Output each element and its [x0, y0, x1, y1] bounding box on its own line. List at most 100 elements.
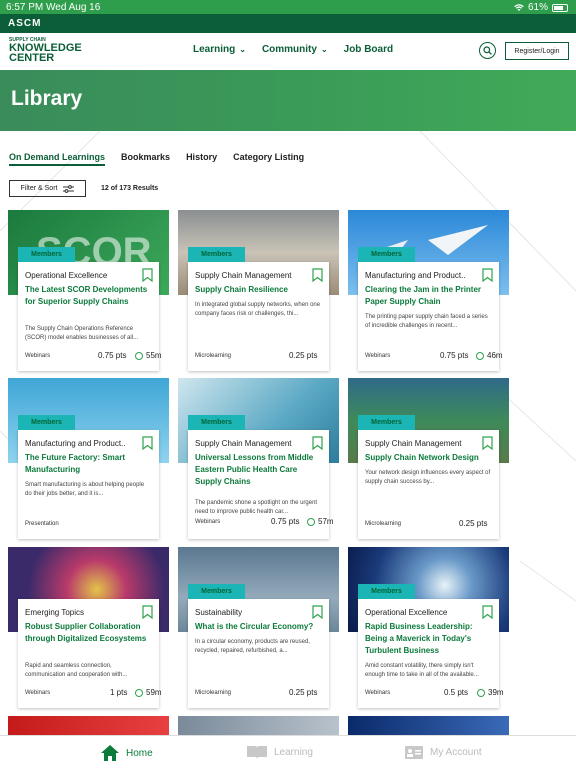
bookmark-icon[interactable]	[312, 268, 323, 282]
card-points: 0.75 pts	[440, 351, 469, 360]
card-title[interactable]: Supply Chain Resilience	[195, 284, 321, 296]
members-badge: Members	[18, 415, 75, 430]
card-panel: Supply Chain Management Supply Chain Res…	[188, 262, 329, 371]
bottom-tab-home[interactable]: Home	[100, 744, 153, 762]
card-type: Webinars	[365, 353, 391, 359]
card-points: 0.25 pts	[289, 351, 318, 360]
card-points: 0.75 pts	[271, 517, 300, 526]
tab-bookmarks[interactable]: Bookmarks	[121, 152, 170, 166]
learning-card[interactable]: Members Supply Chain Management Supply C…	[348, 378, 509, 539]
members-badge: Members	[358, 584, 415, 599]
card-title[interactable]: What is the Circular Economy?	[195, 621, 321, 633]
card-description: In a circular economy, products are reus…	[195, 639, 310, 654]
site-header: SUPPLY CHAIN KNOWLEDGE CENTER Learning ⌄ …	[0, 33, 576, 70]
nav-learning[interactable]: Learning ⌄	[193, 44, 246, 55]
card-points: 0.25 pts	[459, 519, 488, 528]
card-type: Webinars	[25, 353, 51, 359]
card-type: Webinars	[365, 690, 391, 696]
card-panel: Emerging Topics Robust Supplier Collabor…	[18, 599, 162, 708]
card-category: Sustainability	[195, 608, 243, 617]
card-title[interactable]: The Latest SCOR Developments for Superio…	[25, 284, 151, 308]
id-card-icon	[405, 746, 423, 759]
card-title[interactable]: Universal Lessons from Middle Eastern Pu…	[195, 452, 321, 488]
hero-banner: Library	[0, 70, 576, 131]
card-thumbnail-partial[interactable]	[178, 716, 339, 735]
card-description: Rapid and seamless connection, communica…	[25, 663, 128, 678]
learning-card[interactable]: Emerging Topics Robust Supplier Collabor…	[8, 547, 169, 708]
ascm-logo[interactable]: ASCM	[8, 18, 41, 29]
card-panel: Operational Excellence The Latest SCOR D…	[18, 262, 162, 371]
learning-card[interactable]: Members Manufacturing and Product.. The …	[8, 378, 169, 539]
bookmark-icon[interactable]	[482, 436, 493, 450]
learning-card[interactable]: Members Manufacturing and Product.. Clea…	[348, 210, 509, 371]
bookmark-icon[interactable]	[142, 268, 153, 282]
card-duration: 39m	[488, 688, 504, 697]
learning-card[interactable]: Members Supply Chain Management Supply C…	[178, 210, 339, 371]
bottom-tab-learning[interactable]: Learning	[246, 744, 313, 760]
clock-icon	[477, 689, 485, 697]
card-panel: Supply Chain Management Supply Chain Net…	[358, 430, 499, 539]
learning-card[interactable]: Members Operational Excellence Rapid Bus…	[348, 547, 509, 708]
card-thumbnail-partial[interactable]	[8, 716, 169, 735]
card-thumbnail-partial[interactable]	[348, 716, 509, 735]
bottom-tab-account[interactable]: My Account	[404, 744, 482, 760]
filter-sort-label: Filter & Sort	[20, 185, 58, 192]
bookmark-icon[interactable]	[312, 605, 323, 619]
nav-job-board[interactable]: Job Board	[344, 44, 393, 55]
bookmark-icon[interactable]	[142, 436, 153, 450]
bookmark-icon[interactable]	[312, 436, 323, 450]
card-type: Microlearning	[195, 353, 232, 359]
card-points: 0.25 pts	[289, 688, 318, 697]
card-category: Supply Chain Management	[195, 271, 292, 280]
card-points: 1 pts	[110, 688, 128, 697]
card-title[interactable]: Clearing the Jam in the Printer Paper Su…	[365, 284, 491, 308]
clock-icon	[135, 352, 143, 360]
nav-community[interactable]: Community ⌄	[262, 44, 328, 55]
nav-learning-label: Learning	[193, 44, 236, 55]
learning-card[interactable]: Members Sustainability What is the Circu…	[178, 547, 339, 708]
card-panel: Sustainability What is the Circular Econ…	[188, 599, 329, 708]
card-title[interactable]: Robust Supplier Collaboration through Di…	[25, 621, 151, 645]
book-icon	[247, 746, 267, 759]
clock-icon	[135, 689, 143, 697]
card-title[interactable]: Rapid Business Leadership: Being a Maver…	[365, 621, 491, 657]
card-description: The Supply Chain Operations Reference (S…	[25, 326, 139, 341]
register-login-button[interactable]: Register/Login	[505, 42, 569, 60]
card-category: Emerging Topics	[25, 608, 84, 617]
tab-category-listing[interactable]: Category Listing	[233, 152, 304, 166]
card-description: Your network design influences every asp…	[365, 470, 491, 485]
card-description: The printing paper supply chain faced a …	[365, 314, 488, 329]
results-count: 12 of 173 Results	[101, 185, 159, 192]
card-title[interactable]: Supply Chain Network Design	[365, 452, 491, 464]
bookmark-icon[interactable]	[482, 605, 493, 619]
knowledge-center-logo[interactable]: SUPPLY CHAIN KNOWLEDGE CENTER	[9, 38, 82, 64]
sliders-icon	[63, 184, 75, 193]
card-type: Microlearning	[195, 690, 232, 696]
clock-icon	[476, 352, 484, 360]
search-button[interactable]	[479, 42, 496, 59]
card-points: 0.5 pts	[444, 688, 469, 697]
bottom-tab-account-label: My Account	[430, 746, 482, 758]
home-icon	[101, 745, 119, 761]
status-right: 61%	[514, 2, 568, 13]
bottom-tab-home-label: Home	[126, 747, 153, 759]
battery-percent: 61%	[527, 2, 548, 13]
bookmark-icon[interactable]	[142, 605, 153, 619]
tab-on-demand-learnings[interactable]: On Demand Learnings	[9, 152, 106, 166]
card-panel: Operational Excellence Rapid Business Le…	[358, 599, 504, 708]
card-category: Operational Excellence	[365, 608, 448, 617]
learning-card[interactable]: Members Supply Chain Management Universa…	[178, 378, 339, 539]
members-badge: Members	[188, 584, 245, 599]
filter-sort-button[interactable]: Filter & Sort	[9, 180, 86, 197]
members-badge: Members	[358, 247, 415, 262]
card-panel: Manufacturing and Product.. Clearing the…	[358, 262, 503, 371]
card-description: The pandemic shone a spotlight on the ur…	[195, 500, 318, 515]
tab-history[interactable]: History	[186, 152, 217, 166]
learning-card[interactable]: SCOR Members Operational Excellence The …	[8, 210, 169, 371]
logo-line-3: CENTER	[9, 52, 55, 65]
card-title[interactable]: The Future Factory: Smart Manufacturing	[25, 452, 151, 476]
chevron-down-icon: ⌄	[239, 45, 246, 54]
clock-icon	[307, 518, 315, 526]
card-category: Supply Chain Management	[365, 439, 462, 448]
bookmark-icon[interactable]	[482, 268, 493, 282]
